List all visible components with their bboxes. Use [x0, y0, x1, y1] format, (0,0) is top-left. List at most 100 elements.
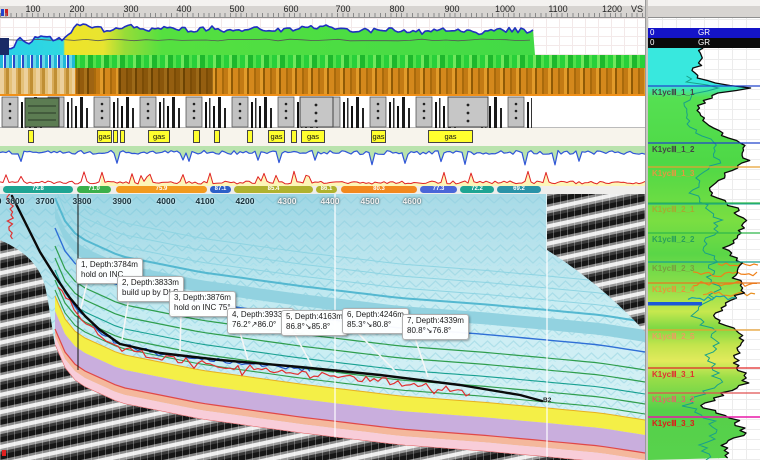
gas-zone-mark — [193, 130, 200, 143]
inclination-segment: 72.2 — [460, 186, 494, 193]
lithology-pattern — [0, 96, 645, 128]
depth-axis-tick: 3700 — [36, 196, 55, 206]
track-curve-red[interactable] — [0, 168, 645, 186]
inclination-segment: 75.9 — [116, 186, 207, 193]
depth-axis-tick: 3600 — [6, 196, 25, 206]
depth-axis-tick: 4500 — [361, 196, 380, 206]
trajectory-end-label: B2 — [543, 397, 551, 404]
formation-top-label: K1ycⅢ_2_1 — [652, 205, 694, 214]
depth-axis-tick: 4200 — [236, 196, 255, 206]
seismic-section[interactable]: B2 3500 3600 3700 3800 3900 4000 4100 4200 4300 4… — [0, 194, 645, 460]
vs-axis-tick: 900 — [444, 4, 459, 14]
formation-top-label: K1ycⅢ_3_3 — [652, 419, 694, 428]
annotation-depth: 5, Depth:4163m — [286, 312, 343, 322]
inclination-bar[interactable]: 72.8 71.0 75.987.185.486.1 80.377.372.269.2 — [0, 186, 645, 194]
vs-axis-unit: VS — [631, 4, 643, 14]
vs-axis-tick: 700 — [335, 4, 350, 14]
vs-axis-tick: 600 — [283, 4, 298, 14]
annotation-detail: 86.8°↘85.8° — [286, 322, 343, 332]
geosteering-app: 100 200 300 400 500 600 700 800 900 1000 1100 1200 V… — [0, 0, 760, 460]
depth-axis-tick: 4100 — [196, 196, 215, 206]
formation-top-label: K1ycⅢ_2_3 — [652, 264, 694, 273]
depth-axis-tick: 4400 — [321, 196, 340, 206]
gas-zone-label: gas — [428, 130, 473, 143]
inclination-segment: 77.3 — [420, 186, 457, 193]
red-curve — [0, 168, 645, 186]
vs-axis-tick: 1100 — [548, 4, 567, 14]
gr-curve-name: GR — [648, 28, 760, 38]
gas-zone-mark — [120, 130, 125, 143]
inclination-segment: 69.2 — [497, 186, 541, 193]
depth-axis-tick: 4600 — [403, 196, 422, 206]
gas-zone-label: gas — [268, 130, 285, 143]
annotation-detail: 85.3°↘80.8° — [347, 320, 404, 330]
annotation-depth: 2, Depth:3833m — [122, 278, 179, 288]
track-curve-blue[interactable] — [0, 146, 645, 168]
track-vdl-strip-left — [0, 55, 75, 68]
formation-top-label: K1ycⅢ_1_3 — [652, 169, 694, 178]
depth-axis-tick: 4300 — [278, 196, 297, 206]
gas-zone-label: gas — [148, 130, 170, 143]
formation-top-label: K1ycⅢ_3_1 — [652, 370, 694, 379]
formation-top-label: K1ycⅢ_2_5 — [652, 332, 694, 341]
vs-axis-tick: 800 — [389, 4, 404, 14]
annotation-depth: 1, Depth:3784m — [81, 260, 138, 270]
vs-axis-tick: 1200 — [602, 4, 622, 14]
gr-header-secondary[interactable]: 0 GR — [648, 38, 760, 48]
vs-axis-tick: 1000 — [495, 4, 515, 14]
trajectory-annotation[interactable]: 3, Depth:3876mhold on INC 75° — [169, 291, 236, 317]
annotation-depth: 6, Depth:4246m — [347, 310, 404, 320]
annotation-depth: 7, Depth:4339m — [407, 316, 464, 326]
vs-axis-tick: 200 — [69, 4, 84, 14]
gas-zone-mark — [113, 130, 118, 143]
trajectory-annotation[interactable]: 5, Depth:4163m86.8°↘85.8° — [281, 310, 348, 336]
inclination-segment: 87.1 — [210, 186, 231, 193]
trajectory-annotation[interactable]: 7, Depth:4339m80.8°↘76.8° — [402, 314, 469, 340]
depth-axis-tick: 3900 — [113, 196, 132, 206]
annotation-detail: 80.8°↘76.8° — [407, 326, 464, 336]
gas-zone-label: gas — [301, 130, 325, 143]
track-gas-zones[interactable]: gas gas gas gas gas gas — [0, 128, 645, 146]
vs-axis-tick: 400 — [176, 4, 191, 14]
formation-top-label: K1ycⅢ_2_2 — [652, 235, 694, 244]
formation-top-label: K1ycⅢ_2_4 — [652, 285, 694, 294]
annotation-depth: 3, Depth:3876m — [174, 293, 231, 303]
annotation-detail: hold on INC 75° — [174, 303, 231, 313]
track-gr-top[interactable] — [0, 18, 645, 55]
blue-curve — [0, 146, 645, 168]
track-borehole-image-left — [0, 68, 75, 95]
inclination-segment: 85.4 — [234, 186, 313, 193]
panel-divider[interactable] — [645, 0, 648, 460]
ruler-marker-blue-icon — [1, 9, 4, 16]
vs-axis-tick: 100 — [25, 4, 40, 14]
formation-top-label: K1ycⅢ_3_2 — [652, 395, 694, 404]
track-borehole-image[interactable] — [0, 68, 645, 95]
vs-axis-tick: 500 — [229, 4, 244, 14]
gr-curve-name: GR — [648, 38, 760, 48]
track-lithology[interactable] — [0, 96, 645, 128]
borehole-image-dark-zone — [118, 68, 213, 95]
depth-axis-tick: 3800 — [73, 196, 92, 206]
gas-zone-label: gas — [371, 130, 386, 143]
formation-top-label: K1ycⅢ_1_2 — [652, 145, 694, 154]
vs-axis-tick: 300 — [123, 4, 138, 14]
gas-zone-mark — [28, 130, 34, 143]
gr-panel[interactable]: 0 GR 0 GR K1ycⅢ_1_1 K1ycⅢ_1_2 K1ycⅢ_1_3 K1y… — [648, 0, 760, 460]
ruler-marker-red-icon — [5, 9, 8, 16]
gas-zone-mark — [291, 130, 297, 143]
depth-axis-tick: 3500 — [0, 196, 1, 206]
gas-zone-mark — [214, 130, 220, 143]
inclination-segment: 71.0 — [77, 186, 111, 193]
depth-axis-tick: 4000 — [157, 196, 176, 206]
inclination-segment: 72.8 — [3, 186, 73, 193]
gas-zone-label: gas — [97, 130, 112, 143]
trajectory-annotation[interactable]: 6, Depth:4246m85.3°↘80.8° — [342, 308, 409, 334]
inclination-segment: 80.3 — [341, 186, 417, 193]
gas-zone-mark — [247, 130, 253, 143]
formation-top-label: K1ycⅢ_1_1 — [652, 88, 694, 97]
track-vdl-strip[interactable] — [0, 55, 645, 68]
inclination-segment: 86.1 — [316, 186, 337, 193]
gr-header-primary[interactable]: 0 GR — [648, 28, 760, 38]
gr-top-curve — [0, 18, 645, 55]
borehole-image-dark-zone — [76, 68, 94, 95]
